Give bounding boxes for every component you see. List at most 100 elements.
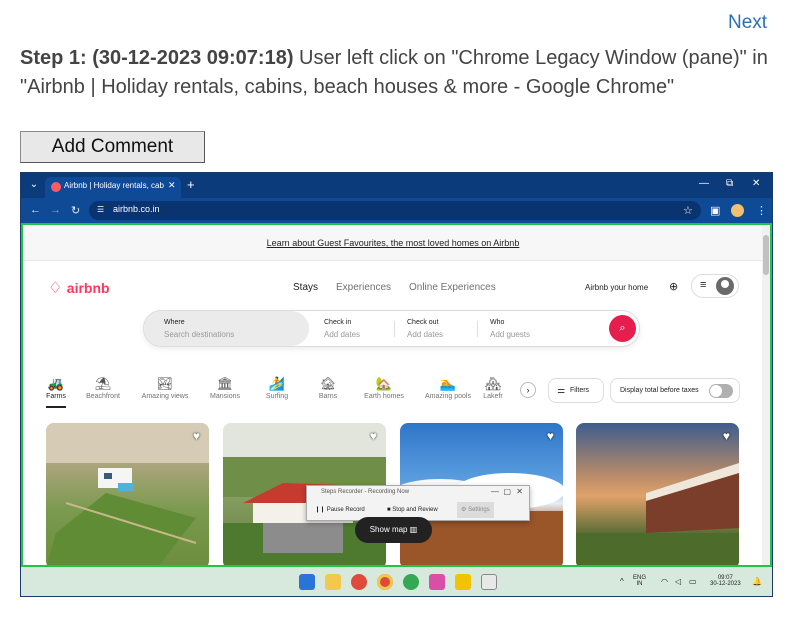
where-placeholder: Search destinations	[164, 330, 235, 339]
windows-taskbar: ^ ENG IN ◠ ◁ ▭ 09:07 30-12-2023 🔔	[21, 567, 772, 596]
forward-icon[interactable]: →	[50, 204, 61, 216]
browser-tab[interactable]: Airbnb | Holiday rentals, cabins ✕	[45, 177, 181, 198]
category-label: Amazing pools	[425, 393, 471, 400]
start-windows-icon[interactable]	[299, 574, 315, 590]
browser-toolbar: ← → ↻ ☰ airbnb.co.in ☆ ▣ ⋮	[21, 198, 772, 223]
nav-online-experiences[interactable]: Online Experiences	[409, 282, 496, 293]
chrome-menu-icon[interactable]: ⋮	[756, 204, 767, 217]
close-window-icon[interactable]: ✕	[752, 178, 760, 189]
airbnb-logo[interactable]: ♢ airbnb	[48, 278, 110, 298]
steps-recorder-window: Steps Recorder - Recording Now — ▢ ✕ ❙❙ …	[306, 485, 530, 521]
back-icon[interactable]: ←	[30, 204, 41, 216]
bookmark-star-icon[interactable]: ☆	[683, 204, 693, 217]
filters-button[interactable]: ⚌ Filters	[548, 378, 604, 403]
chrome-icon[interactable]	[351, 574, 367, 590]
stop-icon: ■	[387, 507, 391, 513]
stop-and-review-button[interactable]: ■ Stop and Review	[387, 502, 438, 518]
file-explorer-icon[interactable]	[325, 574, 341, 590]
category-lakefront[interactable]: 🏘 Lakefr	[476, 376, 510, 400]
nav-stays[interactable]: Stays	[293, 282, 318, 293]
where-field[interactable]: Where Search destinations	[144, 311, 309, 346]
tray-chevron-icon[interactable]: ^	[620, 577, 624, 586]
show-map-button[interactable]: Show map ▥	[355, 517, 432, 543]
heart-icon[interactable]: ♥	[370, 429, 377, 443]
taxes-label: Display total before taxes	[620, 387, 699, 394]
listing-card[interactable]: ♥	[46, 423, 209, 565]
user-menu-button[interactable]: ≡	[691, 274, 739, 298]
airbnb-logo-icon: ♢	[48, 280, 63, 297]
category-earth-homes[interactable]: 🏡 Earth homes	[354, 376, 414, 400]
who-field[interactable]: Who Add guests	[490, 311, 590, 346]
battery-icon[interactable]: ▭	[689, 577, 697, 586]
map-icon: ▥	[409, 525, 418, 534]
pause-record-label: Pause Record	[326, 507, 365, 513]
volume-icon[interactable]: ◁	[675, 577, 681, 586]
hamburger-icon: ≡	[700, 279, 707, 291]
new-tab-button[interactable]: +	[187, 177, 195, 192]
add-comment-button[interactable]: Add Comment	[20, 131, 205, 163]
search-button[interactable]: ⌕	[609, 315, 636, 342]
checkin-field[interactable]: Check in Add dates	[324, 311, 394, 346]
category-next-arrow-icon[interactable]: ›	[520, 382, 536, 398]
amazing-pools-icon: 🏊	[439, 376, 457, 391]
tab-close-icon[interactable]: ✕	[168, 180, 176, 191]
category-barns[interactable]: 🏚 Barns	[298, 376, 358, 400]
profile-avatar[interactable]	[731, 204, 744, 217]
next-link[interactable]: Next	[728, 12, 767, 34]
notification-bell-icon[interactable]: 🔔	[752, 577, 762, 586]
address-url: airbnb.co.in	[113, 204, 160, 214]
minimize-icon[interactable]: —	[699, 178, 709, 189]
category-mansions[interactable]: 🏛 Mansions	[195, 376, 255, 400]
clock[interactable]: 09:07 30-12-2023	[710, 575, 741, 587]
checkout-field[interactable]: Check out Add dates	[407, 311, 477, 346]
nav-experiences[interactable]: Experiences	[336, 282, 391, 293]
pause-record-button[interactable]: ❙❙ Pause Record	[315, 502, 365, 518]
photos-icon[interactable]	[429, 574, 445, 590]
chrome-profile-icon[interactable]	[403, 574, 419, 590]
who-placeholder: Add guests	[490, 330, 531, 339]
recorder-maximize-icon[interactable]: ▢	[503, 487, 511, 496]
sticky-notes-icon[interactable]	[455, 574, 471, 590]
globe-icon[interactable]: ⊕	[669, 280, 678, 293]
category-label: Earth homes	[364, 393, 404, 400]
chrome-active-icon[interactable]	[377, 574, 393, 590]
language-indicator[interactable]: ENG IN	[633, 575, 646, 587]
heart-icon[interactable]: ♥	[193, 429, 200, 443]
airbnb-logo-text: airbnb	[66, 280, 110, 296]
category-label: Barns	[318, 393, 338, 400]
page-scrollbar[interactable]	[762, 225, 770, 565]
recorder-close-icon[interactable]: ✕	[516, 487, 523, 496]
listing-photo-farmhouse	[46, 423, 209, 565]
filters-label: Filters	[570, 387, 590, 394]
host-link[interactable]: Airbnb your home	[585, 283, 648, 292]
recorder-settings-button[interactable]: ⚙ Settings	[457, 502, 494, 518]
address-bar[interactable]: ☰ airbnb.co.in	[89, 201, 701, 220]
search-divider	[394, 321, 395, 337]
category-amazing-views[interactable]: 🏞 Amazing views	[135, 376, 195, 400]
side-panel-icon[interactable]: ▣	[710, 204, 720, 217]
category-label: Lakefr	[483, 393, 503, 400]
tab-search-icon[interactable]: ⌄	[27, 178, 41, 192]
category-label: Amazing views	[141, 393, 189, 400]
browser-tab-strip: ⌄ Airbnb | Holiday rentals, cabins ✕ + —…	[21, 173, 772, 198]
restore-icon[interactable]: ⧉	[726, 178, 733, 189]
web-viewport[interactable]: Learn about Guest Favourites, the most l…	[21, 223, 772, 567]
heart-icon[interactable]: ♥	[547, 429, 554, 443]
heart-icon[interactable]: ♥	[723, 429, 730, 443]
listing-card[interactable]: ♥	[576, 423, 739, 565]
barns-icon: 🏚	[319, 376, 337, 391]
category-beachfront[interactable]: ⛱ Beachfront	[73, 376, 133, 400]
recorder-minimize-icon[interactable]: —	[491, 487, 499, 496]
step-description: Step 1: (30-12-2023 09:07:18) User left …	[20, 44, 780, 102]
scrollbar-thumb[interactable]	[763, 235, 769, 275]
taxes-toggle[interactable]	[709, 384, 733, 398]
wifi-icon[interactable]: ◠	[661, 577, 668, 586]
show-map-label: Show map	[369, 525, 408, 534]
step-title: Step 1: (30-12-2023 09:07:18)	[20, 47, 294, 69]
steps-recorder-icon[interactable]	[481, 574, 497, 590]
guest-favourites-link[interactable]: Learn about Guest Favourites, the most l…	[23, 238, 763, 248]
reload-icon[interactable]: ↻	[71, 204, 80, 217]
site-info-icon[interactable]: ☰	[97, 205, 104, 214]
category-amazing-pools[interactable]: 🏊 Amazing pools	[418, 376, 478, 400]
beachfront-icon: ⛱	[94, 376, 112, 391]
